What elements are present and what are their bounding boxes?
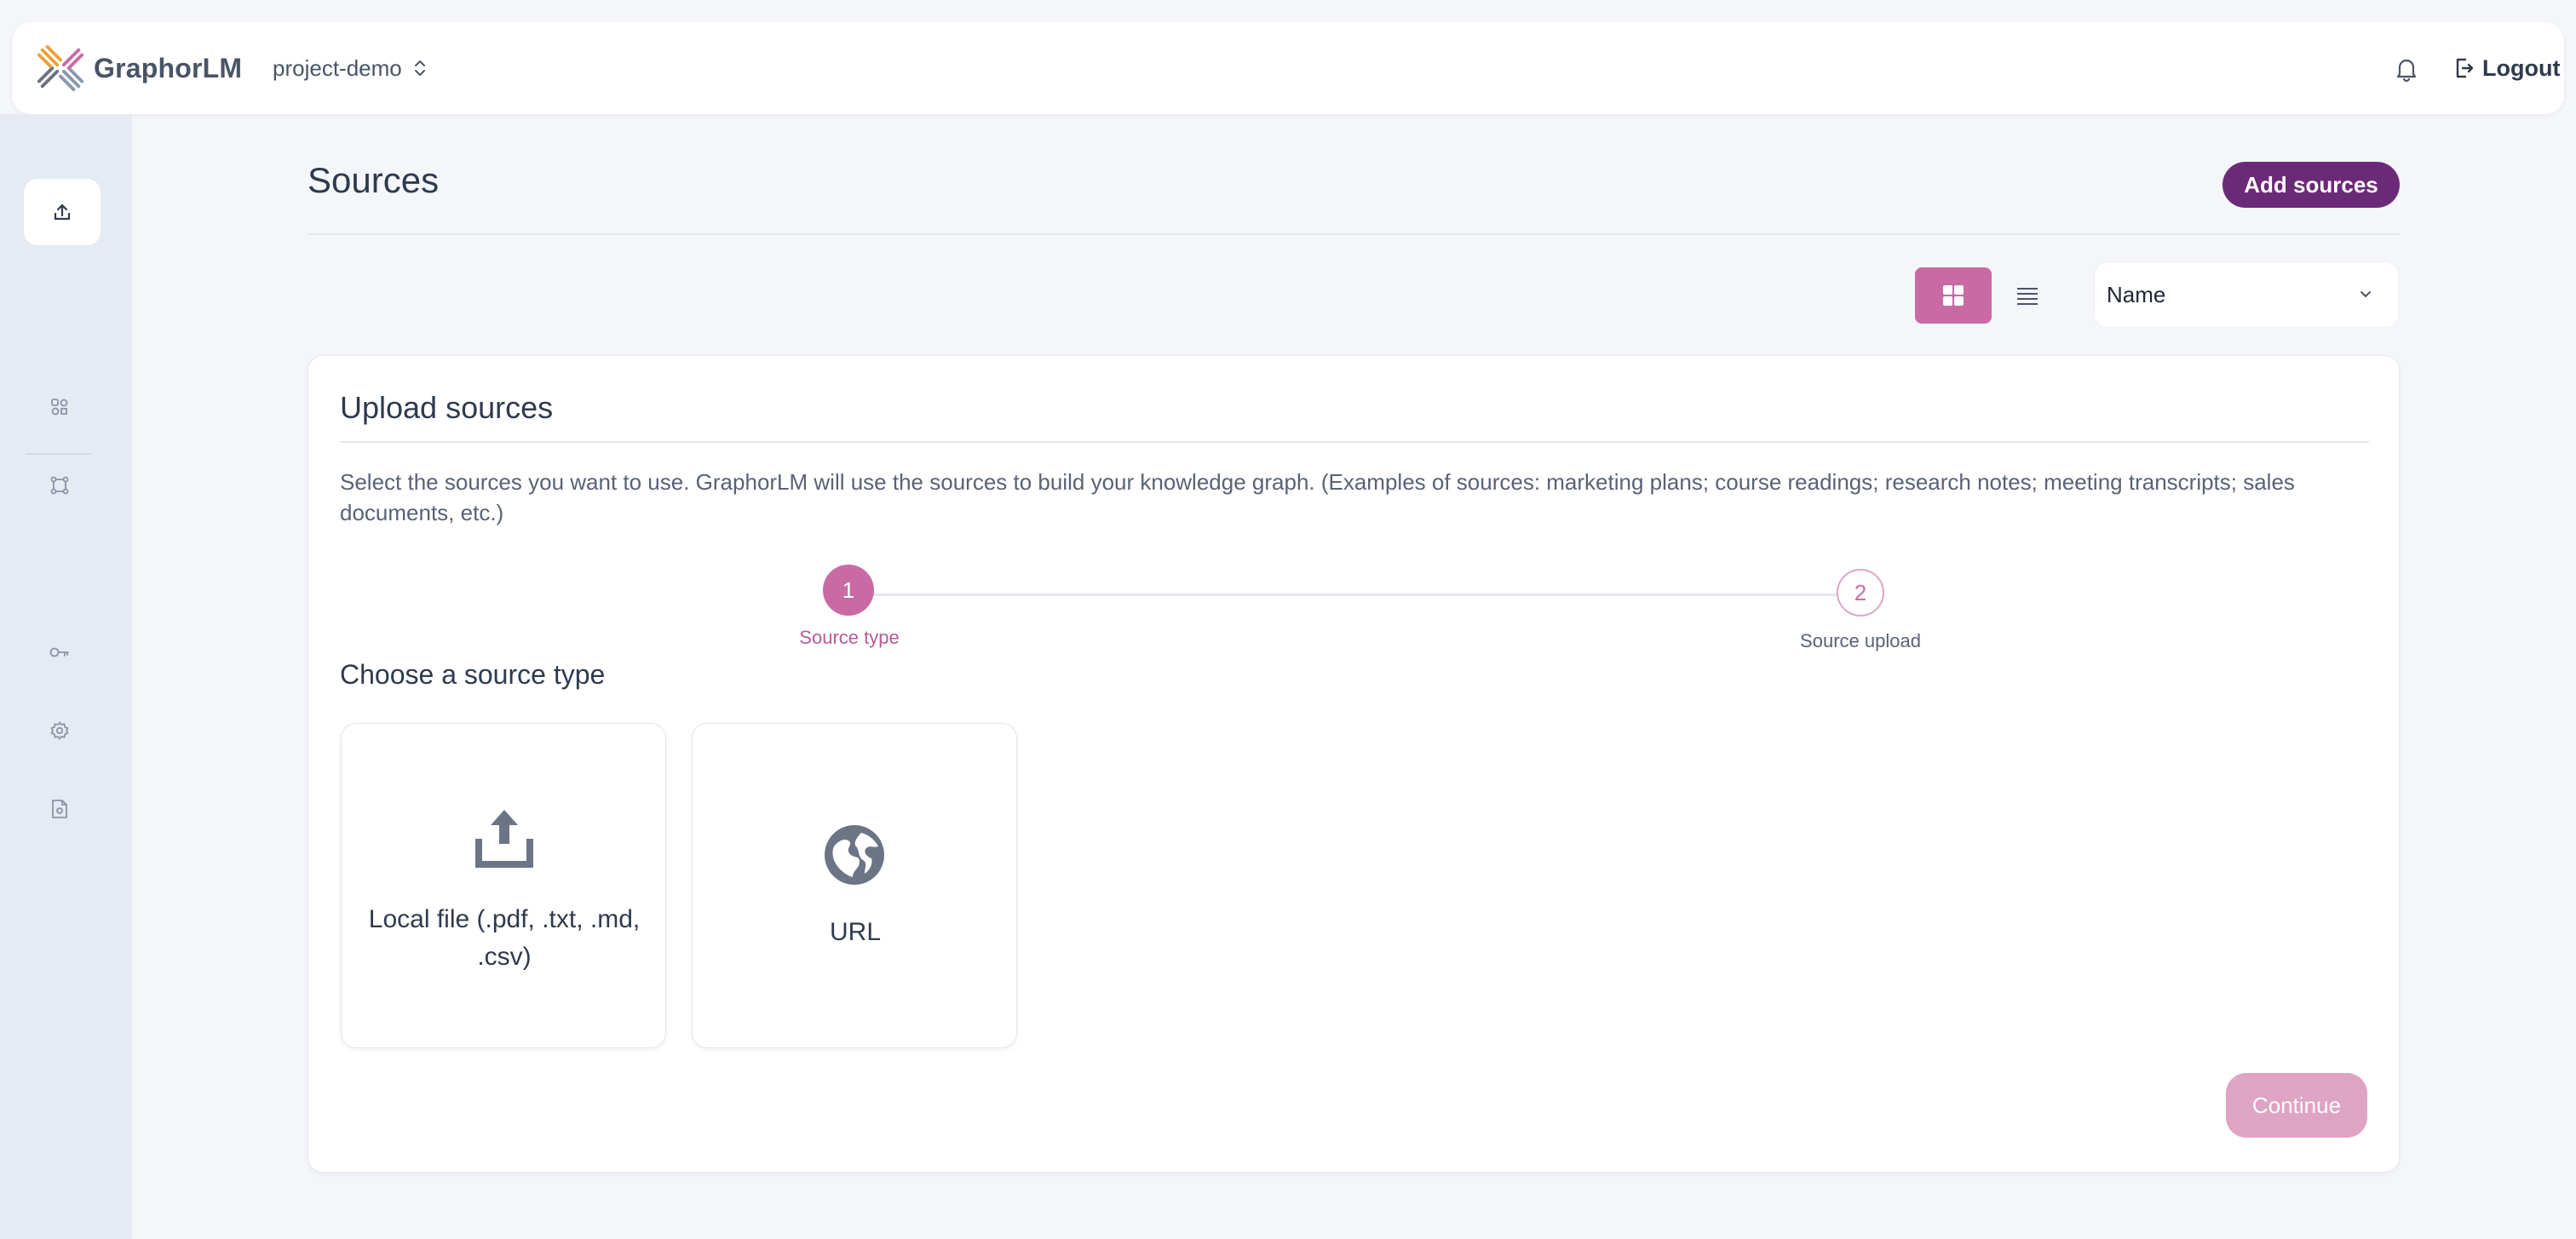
sidebar-item-docs[interactable]	[44, 794, 75, 824]
url-option[interactable]: URL	[692, 723, 1017, 1048]
document-icon	[52, 800, 67, 818]
sidebar-item-nodes[interactable]	[44, 392, 75, 422]
add-sources-button[interactable]: Add sources	[2222, 162, 2400, 208]
title-divider	[308, 233, 2400, 235]
sidebar-item-sources[interactable]	[24, 179, 101, 245]
local-file-option[interactable]: Local file (.pdf, .txt, .md, .csv)	[341, 723, 666, 1048]
brand-name: GraphorLM	[94, 52, 243, 83]
logo[interactable]: GraphorLM	[36, 43, 242, 94]
continue-button[interactable]: Continue	[2226, 1073, 2367, 1138]
globe-icon	[825, 825, 884, 885]
project-name: project-demo	[273, 54, 402, 81]
key-icon	[49, 647, 69, 657]
list-view-toggle[interactable]	[2012, 281, 2043, 312]
grid-icon	[1943, 285, 1964, 306]
chevron-down-icon	[2357, 286, 2374, 307]
stepper-line	[848, 594, 1861, 596]
nodes-icon	[51, 399, 68, 416]
sidebar	[0, 114, 132, 1239]
sidebar-item-api-keys[interactable]	[44, 637, 75, 668]
graphorlm-logo-icon	[37, 44, 84, 92]
chevron-updown-icon	[412, 58, 428, 78]
list-icon	[2017, 288, 2038, 305]
choose-source-heading: Choose a source type	[340, 659, 606, 690]
card-description: Select the sources you want to use. Grap…	[340, 469, 2295, 525]
logout-label: Logout	[2482, 54, 2561, 81]
step-1-indicator: 1	[823, 565, 874, 616]
notification-bell-icon[interactable]	[2392, 54, 2421, 83]
url-label: URL	[829, 918, 881, 946]
step-1-label: Source type	[799, 627, 900, 648]
sidebar-divider	[26, 453, 92, 455]
upload-tray-icon	[475, 810, 533, 868]
sidebar-item-flow[interactable]	[44, 470, 75, 501]
sort-select[interactable]: Name	[2094, 261, 2399, 328]
page-title: Sources	[308, 160, 440, 200]
top-bar: GraphorLM project-demo Logout	[12, 22, 2564, 114]
local-file-label: Local file (.pdf, .txt, .md, .csv)	[368, 905, 641, 971]
logout-button[interactable]: Logout	[2453, 49, 2560, 87]
grid-view-toggle[interactable]	[1915, 267, 1992, 324]
upload-icon	[54, 204, 71, 221]
sort-value: Name	[2107, 281, 2166, 307]
flow-icon	[50, 476, 69, 495]
gear-icon	[50, 721, 69, 740]
logout-icon	[2456, 58, 2474, 78]
step-2-label: Source upload	[1800, 630, 1921, 651]
card-divider	[340, 441, 2369, 443]
sidebar-item-settings[interactable]	[44, 715, 75, 746]
step-2-indicator: 2	[1837, 569, 1884, 617]
upload-sources-card: Upload sources Select the sources you wa…	[308, 355, 2400, 1173]
card-title: Upload sources	[340, 390, 554, 425]
project-switcher[interactable]: project-demo	[273, 51, 428, 85]
